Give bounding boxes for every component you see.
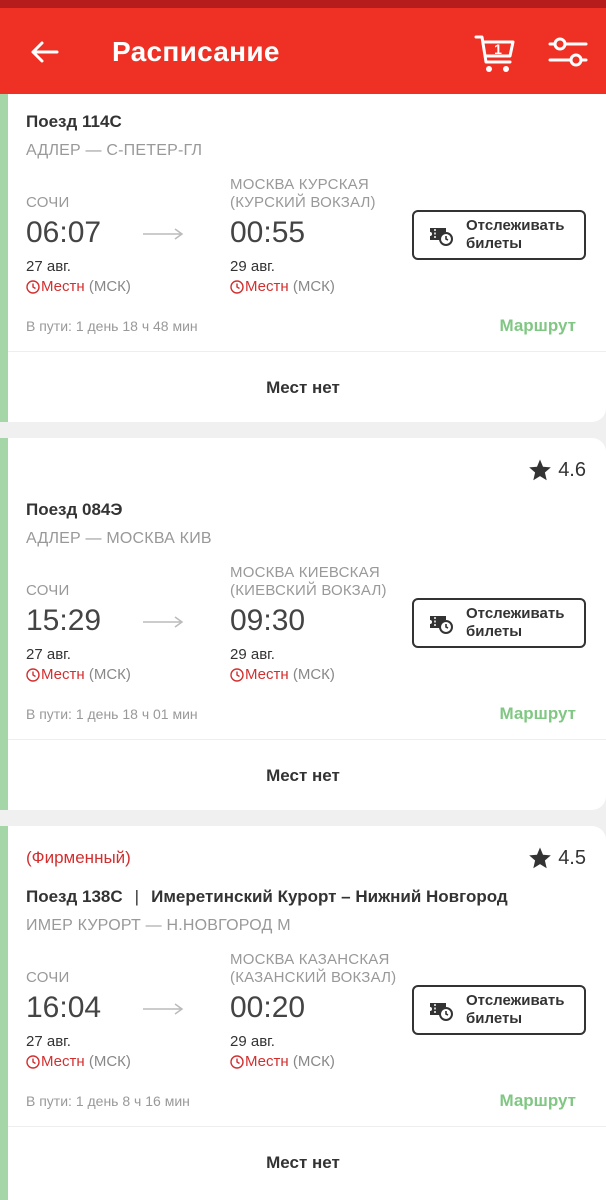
clock-icon xyxy=(230,667,244,682)
departure-timezone: Местн (МСК) xyxy=(26,666,131,683)
availability-status: Мест нет xyxy=(266,1153,340,1172)
track-tickets-label: Отслеживать билеты xyxy=(466,992,565,1027)
divider xyxy=(8,739,606,740)
availability-status: Мест нет xyxy=(266,766,340,785)
departure-station: СОЧИ xyxy=(26,969,70,986)
departure-date: 27 авг. xyxy=(26,258,71,275)
cart-count-badge: 1 xyxy=(494,41,502,57)
filter-button[interactable] xyxy=(546,32,590,72)
arrival-date: 29 авг. xyxy=(230,258,275,275)
train-rating: 4.6 xyxy=(528,458,586,482)
route-code: АДЛЕР — МОСКВА КИВ xyxy=(26,530,212,547)
travel-duration: В пути: 1 день 18 ч 48 мин xyxy=(26,318,198,334)
clock-icon xyxy=(230,279,244,294)
departure-station: СОЧИ xyxy=(26,582,70,599)
clock-icon xyxy=(26,667,40,682)
page-title: Расписание xyxy=(112,36,280,67)
route-link[interactable]: Маршрут xyxy=(499,704,576,724)
cart-button[interactable]: 1 xyxy=(472,30,518,76)
travel-duration: В пути: 1 день 8 ч 16 мин xyxy=(26,1093,190,1109)
arrival-time: 00:20 xyxy=(230,991,306,1024)
ticket-clock-icon xyxy=(430,1003,453,1021)
arrival-time: 00:55 xyxy=(230,216,306,249)
clock-icon xyxy=(26,1054,40,1069)
arrow-left-icon xyxy=(31,41,59,63)
clock-icon xyxy=(26,279,40,294)
ticket-clock-icon xyxy=(430,616,453,634)
status-bar xyxy=(0,0,606,8)
divider xyxy=(8,351,606,352)
star-icon xyxy=(529,459,551,481)
train-card[interactable]: 4.6 Поезд 084Э АДЛЕР — МОСКВА КИВ СОЧИ 1… xyxy=(0,438,606,810)
train-card[interactable]: Поезд 114С АДЛЕР — С-ПЕТЕР-ГЛ СОЧИ 06:07… xyxy=(0,94,606,422)
departure-timezone: Местн (МСК) xyxy=(26,1053,131,1070)
route-link[interactable]: Маршрут xyxy=(499,316,576,336)
route-code: АДЛЕР — С-ПЕТЕР-ГЛ xyxy=(26,142,203,159)
schedule-list[interactable]: Поезд 114С АДЛЕР — С-ПЕТЕР-ГЛ СОЧИ 06:07… xyxy=(0,94,606,1200)
clock-icon xyxy=(230,1054,244,1069)
arrow-right-icon xyxy=(143,1003,184,1015)
train-card[interactable]: (Фирменный) 4.5 Поезд 138С | Имеретинский … xyxy=(0,826,606,1200)
departure-timezone: Местн (МСК) xyxy=(26,278,131,295)
star-icon xyxy=(529,847,551,869)
arrival-timezone: Местн (МСК) xyxy=(230,666,335,683)
availability-status: Мест нет xyxy=(266,378,340,397)
departure-time: 06:07 xyxy=(26,216,102,249)
arrow-right-icon xyxy=(143,616,184,628)
departure-time: 15:29 xyxy=(26,604,102,637)
train-number: Поезд 114С xyxy=(26,112,122,131)
arrow-right-icon xyxy=(143,228,184,240)
travel-duration: В пути: 1 день 18 ч 01 мин xyxy=(26,706,198,722)
train-name: Имеретинский Курорт – Нижний Новгород xyxy=(151,887,508,906)
sliders-icon xyxy=(548,37,588,67)
train-rating: 4.5 xyxy=(528,846,586,870)
track-tickets-button[interactable]: Отслеживать билеты xyxy=(412,210,586,260)
arrival-timezone: Местн (МСК) xyxy=(230,1053,335,1070)
departure-time: 16:04 xyxy=(26,991,102,1024)
train-number: Поезд 084Э xyxy=(26,500,123,519)
train-number: Поезд 138С | Имеретинский Курорт – Нижний … xyxy=(26,887,508,906)
arrival-station: МОСКВА КАЗАНСКАЯ (КАЗАНСКИЙ ВОКЗАЛ) xyxy=(230,951,397,986)
arrival-date: 29 авг. xyxy=(230,646,275,663)
track-tickets-button[interactable]: Отслеживать билеты xyxy=(412,598,586,648)
ticket-clock-icon xyxy=(430,228,453,246)
departure-date: 27 авг. xyxy=(26,646,71,663)
track-tickets-label: Отслеживать билеты xyxy=(466,605,565,640)
departure-date: 27 авг. xyxy=(26,1033,71,1050)
arrival-station: МОСКВА КИЕВСКАЯ (КИЕВСКИЙ ВОКЗАЛ) xyxy=(230,564,387,599)
track-tickets-button[interactable]: Отслеживать билеты xyxy=(412,985,586,1035)
arrival-time: 09:30 xyxy=(230,604,306,637)
departure-station: СОЧИ xyxy=(26,194,70,211)
arrival-timezone: Местн (МСК) xyxy=(230,278,335,295)
route-code: ИМЕР КУРОРТ — Н.НОВГОРОД М xyxy=(26,917,291,934)
arrival-station: МОСКВА КУРСКАЯ (КУРСКИЙ ВОКЗАЛ) xyxy=(230,176,376,211)
back-button[interactable] xyxy=(24,32,64,72)
branded-train-label: (Фирменный) xyxy=(26,848,131,867)
arrival-date: 29 авг. xyxy=(230,1033,275,1050)
app-header: Расписание 1 xyxy=(0,8,606,94)
route-link[interactable]: Маршрут xyxy=(499,1091,576,1111)
divider xyxy=(8,1126,606,1127)
track-tickets-label: Отслеживать билеты xyxy=(466,217,565,252)
